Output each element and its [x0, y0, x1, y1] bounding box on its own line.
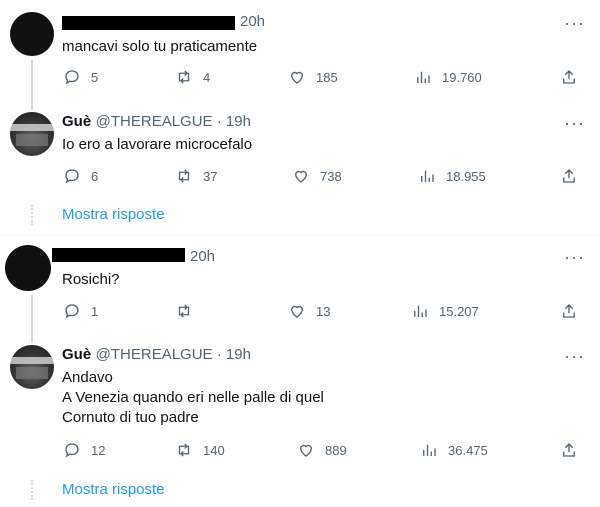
share-button[interactable]: [560, 167, 578, 190]
redacted-username: [52, 248, 185, 262]
share-button[interactable]: [560, 441, 578, 464]
thread-dots: [31, 480, 33, 500]
more-options-icon[interactable]: ···: [564, 248, 585, 266]
reply-button[interactable]: 12: [63, 441, 105, 459]
more-options-icon[interactable]: ···: [564, 347, 585, 365]
reply-icon: [65, 443, 79, 458]
show-replies-link[interactable]: Mostra risposte: [62, 206, 165, 223]
share-icon: [563, 443, 575, 457]
thread-connector: [31, 295, 33, 343]
redacted-username: [62, 16, 235, 30]
heart-icon: [300, 444, 312, 457]
tweet-header: Guè @THEREALGUE · 19h: [62, 113, 251, 131]
share-icon: [563, 304, 575, 318]
avatar[interactable]: [10, 345, 54, 389]
author-name[interactable]: Guè: [62, 346, 91, 363]
reply-icon: [65, 70, 79, 85]
heart-icon: [291, 305, 303, 318]
avatar[interactable]: [5, 245, 51, 291]
views-button[interactable]: 15.207: [411, 302, 479, 320]
avatar[interactable]: [10, 12, 54, 56]
tweet-text: Andavo A Venezia quando eri nelle palle …: [62, 369, 324, 426]
views-icon: [414, 305, 427, 317]
share-icon: [563, 169, 575, 183]
author-handle-time[interactable]: @THEREALGUE · 19h: [96, 113, 251, 130]
share-button[interactable]: [560, 68, 578, 91]
views-button[interactable]: 36.475: [420, 441, 488, 459]
retweet-button[interactable]: 37: [175, 167, 217, 185]
reply-icon: [65, 304, 79, 319]
author-name[interactable]: Guè: [62, 113, 91, 130]
retweet-button[interactable]: [175, 302, 203, 320]
reply-button[interactable]: 5: [63, 68, 98, 86]
reply-button[interactable]: 6: [63, 167, 98, 185]
retweet-icon: [178, 304, 190, 318]
tweet-text: Io ero a lavorare microcefalo: [62, 136, 253, 153]
views-icon: [423, 444, 436, 456]
tweet-time[interactable]: 20h: [190, 248, 215, 265]
reply-button[interactable]: 1: [63, 302, 98, 320]
views-button[interactable]: 19.760: [414, 68, 482, 86]
tweet-text: mancavi solo tu praticamente: [62, 38, 258, 55]
reply-icon: [65, 169, 79, 184]
share-button[interactable]: [560, 302, 578, 325]
views-icon: [421, 170, 434, 182]
show-replies-link[interactable]: Mostra risposte: [62, 481, 165, 498]
views-button[interactable]: 18.955: [418, 167, 486, 185]
heart-icon: [295, 170, 307, 183]
like-button[interactable]: 185: [288, 68, 338, 86]
more-options-icon[interactable]: ···: [564, 14, 585, 32]
retweet-icon: [178, 169, 190, 183]
views-icon: [417, 71, 430, 83]
more-options-icon[interactable]: ···: [564, 114, 585, 132]
like-button[interactable]: 13: [288, 302, 330, 320]
thread-connector: [31, 60, 33, 110]
heart-icon: [291, 71, 303, 84]
thread-dots: [31, 205, 33, 225]
retweet-icon: [178, 70, 190, 84]
author-handle-time[interactable]: @THEREALGUE · 19h: [96, 346, 251, 363]
tweet-time[interactable]: 20h: [240, 13, 265, 30]
retweet-button[interactable]: 4: [175, 68, 210, 86]
tweet-header: Guè @THEREALGUE · 19h: [62, 346, 251, 364]
avatar[interactable]: [10, 112, 54, 156]
divider: [0, 235, 600, 236]
retweet-button[interactable]: 140: [175, 441, 225, 459]
share-icon: [563, 70, 575, 84]
like-button[interactable]: 889: [297, 441, 347, 459]
like-button[interactable]: 738: [292, 167, 342, 185]
retweet-icon: [178, 443, 190, 457]
tweet-text: Rosichi?: [62, 271, 120, 288]
